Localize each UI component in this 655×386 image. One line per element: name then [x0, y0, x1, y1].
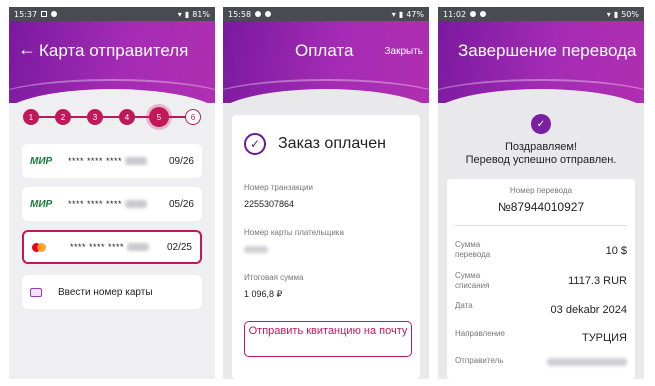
detail-value-direction: ТУРЦИЯ — [581, 332, 627, 344]
transfer-number-label: Номер перевода — [509, 186, 573, 195]
detail-label-direction: Направление — [455, 329, 505, 338]
congrats-line-1: Поздравляем! — [504, 141, 578, 153]
stepper: 1 2 3 4 5 6 — [23, 107, 201, 127]
credit-card-icon — [30, 287, 42, 297]
screen-transfer-complete: 11:02 ▾ ▮ 50% Завершение перевода ✓ Поздра… — [438, 7, 644, 379]
card-digits-blurred — [127, 243, 150, 251]
close-link[interactable]: Закрыть — [384, 46, 423, 57]
card-expiry: 02/25 — [166, 241, 192, 253]
success-message: Поздравляем! Перевод успешно отправлен. — [438, 141, 644, 167]
header: ← Карта отправителя — [9, 21, 215, 119]
step-2: 2 — [55, 109, 71, 125]
notification-icon — [51, 11, 58, 17]
card-digits-blurred — [125, 200, 148, 208]
enter-card-label: Ввести номер карты — [58, 286, 153, 298]
card-digits-blurred — [125, 157, 148, 165]
step-3: 3 — [87, 109, 103, 125]
detail-value-date: 03 dekabr 2024 — [550, 304, 627, 316]
transfer-number-value: №87944010927 — [497, 200, 585, 214]
step-6: 6 — [185, 109, 201, 125]
transaction-label: Номер транзакции — [244, 183, 313, 192]
transfer-details-panel: Номер перевода №87944010927 Сумма перево… — [447, 179, 635, 379]
card-number-masked: **** **** **** — [70, 242, 125, 252]
detail-label-amount: Сумма перевода — [455, 240, 491, 259]
check-icon: ✓ — [244, 133, 266, 155]
status-bar: 15:37 ▾ ▮ 81% — [9, 7, 215, 21]
notification-icon — [470, 11, 477, 17]
notification-icon — [265, 11, 272, 17]
sender-name-blurred — [547, 358, 627, 366]
mastercard-logo-icon — [32, 242, 70, 252]
payer-card-label: Номер карты плательщика — [244, 228, 344, 237]
detail-label-date: Дата — [455, 301, 473, 310]
battery-percent: 50% — [621, 9, 639, 19]
wifi-icon: ▾ — [606, 9, 611, 19]
saved-card-3-selected[interactable]: **** **** **** 02/25 — [22, 230, 202, 264]
paid-title: Заказ оплачен — [278, 135, 386, 152]
congrats-line-2: Перевод успешно отправлен. — [465, 154, 617, 166]
step-4: 4 — [119, 109, 135, 125]
header: Оплата Закрыть — [223, 21, 429, 119]
detail-label-sender: Отправитель — [455, 356, 504, 365]
detail-value-debit: 1117.3 RUR — [568, 275, 627, 287]
step-1: 1 — [23, 109, 39, 125]
screen-payment: 15:58 ▾ ▮ 47% Оплата Закрыть ✓ Заказ оплач… — [223, 7, 429, 379]
total-value: 1 096,8 ₽ — [244, 289, 283, 299]
status-bar: 15:58 ▾ ▮ 47% — [223, 7, 429, 21]
mir-logo-icon: МИР — [30, 198, 53, 210]
wifi-icon: ▾ — [391, 9, 396, 19]
page-title: Оплата — [295, 41, 354, 60]
battery-percent: 47% — [406, 9, 424, 19]
saved-card-1[interactable]: МИР **** **** **** 09/26 — [22, 144, 202, 178]
transaction-value: 2255307864 — [244, 199, 295, 209]
detail-label-debit: Сумма списания — [455, 271, 490, 290]
notification-icon — [480, 11, 487, 17]
status-bar: 11:02 ▾ ▮ 50% — [438, 7, 644, 21]
card-number-masked: **** **** **** — [68, 156, 123, 166]
total-label: Итоговая сумма — [244, 273, 304, 282]
signal-icon: ▮ — [613, 9, 619, 19]
divider — [455, 225, 627, 226]
mir-logo-icon: МИР — [30, 155, 53, 167]
screen-sender-card: 15:37 ▾ ▮ 81% ← Карта отправителя 1 2 3 4 … — [9, 7, 215, 379]
notification-icon — [255, 11, 262, 17]
card-number-masked: **** **** **** — [68, 199, 123, 209]
send-receipt-button[interactable]: Отправить квитанцию на почту — [244, 321, 412, 357]
saved-card-2[interactable]: МИР **** **** **** 05/26 — [22, 187, 202, 221]
payer-card-blurred — [244, 246, 268, 253]
step-5-current: 5 — [149, 107, 169, 127]
header: Завершение перевода — [438, 21, 644, 119]
check-icon: ✓ — [531, 114, 551, 134]
back-arrow-icon[interactable]: ← — [18, 39, 36, 60]
page-title: Карта отправителя — [39, 41, 189, 60]
detail-value-amount: 10 $ — [605, 245, 627, 257]
card-expiry: 09/26 — [168, 155, 194, 167]
wifi-icon: ▾ — [177, 9, 182, 19]
battery-percent: 81% — [192, 9, 210, 19]
status-time: 15:37 — [14, 9, 38, 19]
signal-icon: ▮ — [398, 9, 404, 19]
signal-icon: ▮ — [184, 9, 190, 19]
status-time: 11:02 — [443, 9, 467, 19]
status-time: 15:58 — [228, 9, 252, 19]
notification-icon — [41, 11, 48, 17]
page-title: Завершение перевода — [458, 41, 637, 60]
enter-card-number-button[interactable]: Ввести номер карты — [22, 275, 202, 309]
payment-result-panel: ✓ Заказ оплачен Номер транзакции 2255307… — [232, 115, 420, 379]
card-expiry: 05/26 — [168, 198, 194, 210]
